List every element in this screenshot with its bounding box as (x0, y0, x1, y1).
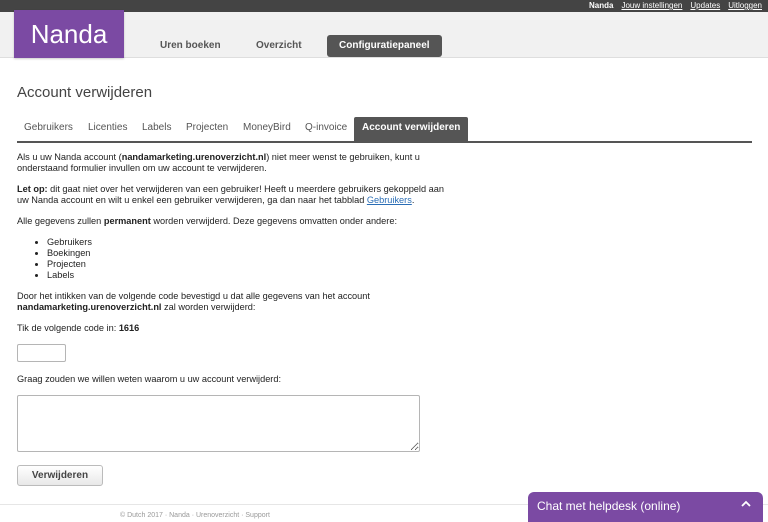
page-title: Account verwijderen (17, 84, 153, 101)
tab-licenties[interactable]: Licenties (88, 117, 127, 141)
code-input[interactable] (17, 344, 66, 362)
reason-label: Graag zouden we willen weten waarom u uw… (17, 374, 282, 384)
chat-label: Chat met helpdesk (online) (537, 499, 681, 513)
tab-moneybird[interactable]: MoneyBird (243, 117, 291, 141)
logout-link[interactable]: Uitloggen (728, 0, 762, 12)
tab-account-verwijderen[interactable]: Account verwijderen (354, 117, 469, 141)
nav-overzicht[interactable]: Overzicht (256, 35, 302, 57)
chevron-up-icon (741, 500, 751, 507)
list-item: Gebruikers (47, 237, 457, 248)
warning-text: Let op: dit gaat niet over het verwijder… (17, 184, 444, 205)
settings-link[interactable]: Jouw instellingen (621, 0, 682, 12)
updates-link[interactable]: Updates (690, 0, 720, 12)
confirm-code: 1616 (118, 323, 140, 333)
logo[interactable]: Nanda (14, 10, 124, 58)
nav-configuratiepaneel[interactable]: Configuratiepaneel (327, 35, 442, 57)
list-item: Projecten (47, 259, 457, 270)
gebruikers-link[interactable]: Gebruikers (367, 195, 412, 205)
data-list: Gebruikers Boekingen Projecten Labels (17, 237, 457, 281)
reason-textarea[interactable] (17, 395, 420, 452)
settings-tabs: Gebruikers Licenties Labels Projecten Mo… (17, 117, 752, 143)
nav-uren-boeken[interactable]: Uren boeken (160, 35, 221, 57)
confirm-text: Door het intikken van de volgende code b… (17, 291, 370, 312)
top-links: Nanda Jouw instellingen Updates Uitlogge… (589, 0, 762, 12)
delete-account-form: Als u uw Nanda account (nandamarketing.u… (17, 152, 457, 486)
intro-text: Als u uw Nanda account (nandamarketing.u… (17, 152, 420, 173)
account-name: nandamarketing.urenoverzicht.nl (121, 152, 267, 162)
permanent-label: permanent (103, 216, 151, 226)
delete-button[interactable]: Verwijderen (17, 465, 103, 486)
tab-projecten[interactable]: Projecten (186, 117, 228, 141)
list-item: Boekingen (47, 248, 457, 259)
confirm-account-name: nandamarketing.urenoverzicht.nl (17, 302, 162, 312)
tab-labels[interactable]: Labels (142, 117, 171, 141)
tab-q-invoice[interactable]: Q-invoice (305, 117, 347, 141)
list-item: Labels (47, 270, 457, 281)
data-text: Alle gegevens zullen permanent worden ve… (17, 216, 397, 226)
code-label: Tik de volgende code in: 1616 (17, 323, 140, 333)
warning-label: Let op: (17, 184, 48, 194)
current-user: Nanda (589, 1, 614, 10)
tab-gebruikers[interactable]: Gebruikers (24, 117, 73, 141)
